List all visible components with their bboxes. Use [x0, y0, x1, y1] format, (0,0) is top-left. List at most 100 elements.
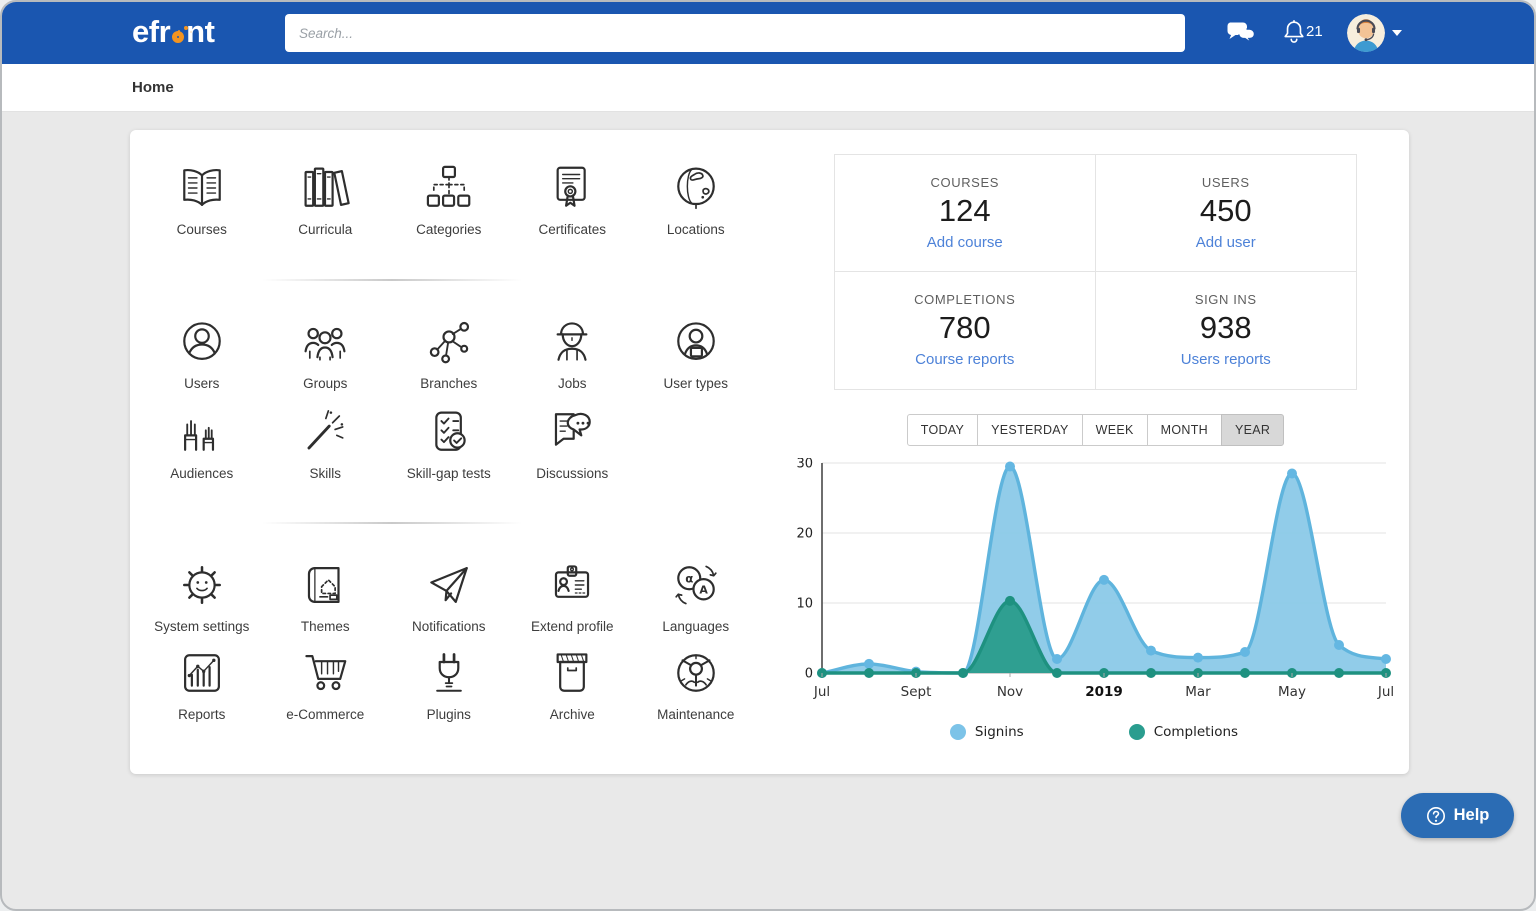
branches-icon: [422, 315, 476, 369]
stat-title: SIGN INS: [1096, 292, 1357, 307]
stat-link-users-reports[interactable]: Users reports: [1096, 351, 1357, 368]
themes-icon: [298, 558, 352, 612]
app-window: efrnt 21 Home Courses CurriculaCategories…: [0, 0, 1536, 911]
legend-item-signins[interactable]: Signins: [950, 724, 1024, 740]
menu-item-jobs[interactable]: Jobs: [511, 315, 635, 391]
tab-month[interactable]: MONTH: [1147, 414, 1222, 446]
menu-item-branches[interactable]: Branches: [387, 315, 511, 391]
menu-item-skill-gap-tests[interactable]: Skill-gap tests: [387, 405, 511, 481]
stat-card-completions: COMPLETIONS780Course reports: [835, 272, 1096, 389]
menu-item-themes[interactable]: Themes: [264, 558, 388, 634]
help-label: Help: [1454, 806, 1490, 825]
svg-text:0: 0: [805, 667, 813, 682]
menu-item-reports[interactable]: Reports: [140, 646, 264, 722]
menu-item-extend-profile[interactable]: Extend profile: [511, 558, 635, 634]
search-input[interactable]: [285, 14, 1185, 52]
user-menu-button[interactable]: [1347, 13, 1407, 53]
menu-item-label: Skill-gap tests: [407, 466, 491, 481]
stat-value: 124: [835, 193, 1095, 229]
stat-title: COMPLETIONS: [835, 292, 1095, 307]
menu-item-users[interactable]: Users: [140, 315, 264, 391]
menu-item-label: Branches: [420, 376, 477, 391]
menu-row: Users Groups Branches Jobs User types: [140, 315, 758, 391]
dashboard-panel: Courses CurriculaCategoriesCertificates Lo…: [130, 130, 1409, 774]
legend-item-completions[interactable]: Completions: [1129, 724, 1238, 740]
languages-icon: αA: [669, 558, 723, 612]
tab-week[interactable]: WEEK: [1082, 414, 1148, 446]
notifications-button[interactable]: [1282, 19, 1306, 45]
menu-item-label: System settings: [154, 619, 249, 634]
menu-item-audiences[interactable]: Audiences: [140, 405, 264, 481]
svg-text:Mar: Mar: [1185, 684, 1211, 700]
question-mark-icon: [1426, 806, 1446, 826]
menu-item-label: Reports: [178, 707, 225, 722]
tab-year[interactable]: YEAR: [1221, 414, 1284, 446]
breadcrumb-home[interactable]: Home: [132, 64, 174, 112]
e-commerce-icon: [298, 646, 352, 700]
legend-label: Completions: [1154, 724, 1238, 740]
menu-item-system-settings[interactable]: System settings: [140, 558, 264, 634]
menu-item-discussions[interactable]: Discussions: [511, 405, 635, 481]
menu-row: Courses CurriculaCategoriesCertificates Lo…: [140, 161, 758, 237]
menu-divider: [262, 522, 522, 524]
svg-text:Nov: Nov: [997, 684, 1023, 700]
menu-item-label: Groups: [303, 376, 347, 391]
menu-item-languages[interactable]: αALanguages: [634, 558, 758, 634]
menu-item-label: Discussions: [536, 466, 608, 481]
logo-o-mark: [172, 31, 184, 43]
help-button[interactable]: Help: [1401, 793, 1514, 838]
menu-item-label: Courses: [177, 222, 227, 237]
stat-link-add-user[interactable]: Add user: [1096, 234, 1357, 251]
chat-icon: [1226, 34, 1256, 49]
skills-icon: [298, 405, 352, 459]
svg-text:30: 30: [796, 458, 813, 472]
archive-icon: [545, 646, 599, 700]
menu-item-curricula[interactable]: Curricula: [264, 161, 388, 237]
curricula-icon: [298, 161, 352, 215]
discussions-icon: [545, 405, 599, 459]
legend-dot: [1129, 724, 1145, 740]
extend-profile-icon: [545, 558, 599, 612]
courses-icon: [175, 161, 229, 215]
stat-link-add-course[interactable]: Add course: [835, 234, 1095, 251]
menu-item-label: Locations: [667, 222, 725, 237]
user-types-icon: [669, 315, 723, 369]
menu-item-e-commerce[interactable]: e-Commerce: [264, 646, 388, 722]
menu-item-locations[interactable]: Locations: [634, 161, 758, 237]
svg-text:May: May: [1278, 684, 1306, 700]
top-bar: efrnt 21: [2, 2, 1534, 64]
stat-value: 938: [1096, 310, 1357, 346]
messages-button[interactable]: [1226, 20, 1256, 46]
stat-card-users: USERS450Add user: [1096, 155, 1357, 272]
menu-item-categories[interactable]: Categories: [387, 161, 511, 237]
menu-item-courses[interactable]: Courses: [140, 161, 264, 237]
menu-item-label: Extend profile: [531, 619, 614, 634]
stat-card-sign-ins: SIGN INS 938 Users reports: [1096, 272, 1357, 389]
menu-item-label: Audiences: [170, 466, 233, 481]
notifications-icon: [422, 558, 476, 612]
menu-item-label: Notifications: [412, 619, 486, 634]
menu-item-maintenance[interactable]: Maintenance: [634, 646, 758, 722]
menu-item-label: Themes: [301, 619, 350, 634]
menu-item-user-types[interactable]: User types: [634, 315, 758, 391]
menu-item-label: User types: [663, 376, 728, 391]
stat-link-course-reports[interactable]: Course reports: [835, 351, 1095, 368]
menu-item-skills[interactable]: Skills: [264, 405, 388, 481]
signins-completions-chart: 0102030JulSeptNov2019MarMayJul: [786, 458, 1402, 710]
menu-item-label: e-Commerce: [286, 707, 364, 722]
tab-yesterday[interactable]: YESTERDAY: [977, 414, 1083, 446]
menu-item-groups[interactable]: Groups: [264, 315, 388, 391]
svg-text:Sept: Sept: [901, 684, 932, 700]
svg-text:Jul: Jul: [1377, 684, 1394, 700]
svg-text:2019: 2019: [1085, 684, 1123, 700]
menu-item-certificates[interactable]: Certificates: [511, 161, 635, 237]
svg-text:A: A: [699, 583, 708, 596]
plugins-icon: [422, 646, 476, 700]
stat-title: COURSES: [835, 175, 1095, 190]
tab-today[interactable]: TODAY: [907, 414, 978, 446]
menu-item-label: Maintenance: [657, 707, 734, 722]
menu-item-notifications[interactable]: Notifications: [387, 558, 511, 634]
skill-gap-tests-icon: [422, 405, 476, 459]
menu-item-plugins[interactable]: Plugins: [387, 646, 511, 722]
menu-item-archive[interactable]: Archive: [511, 646, 635, 722]
